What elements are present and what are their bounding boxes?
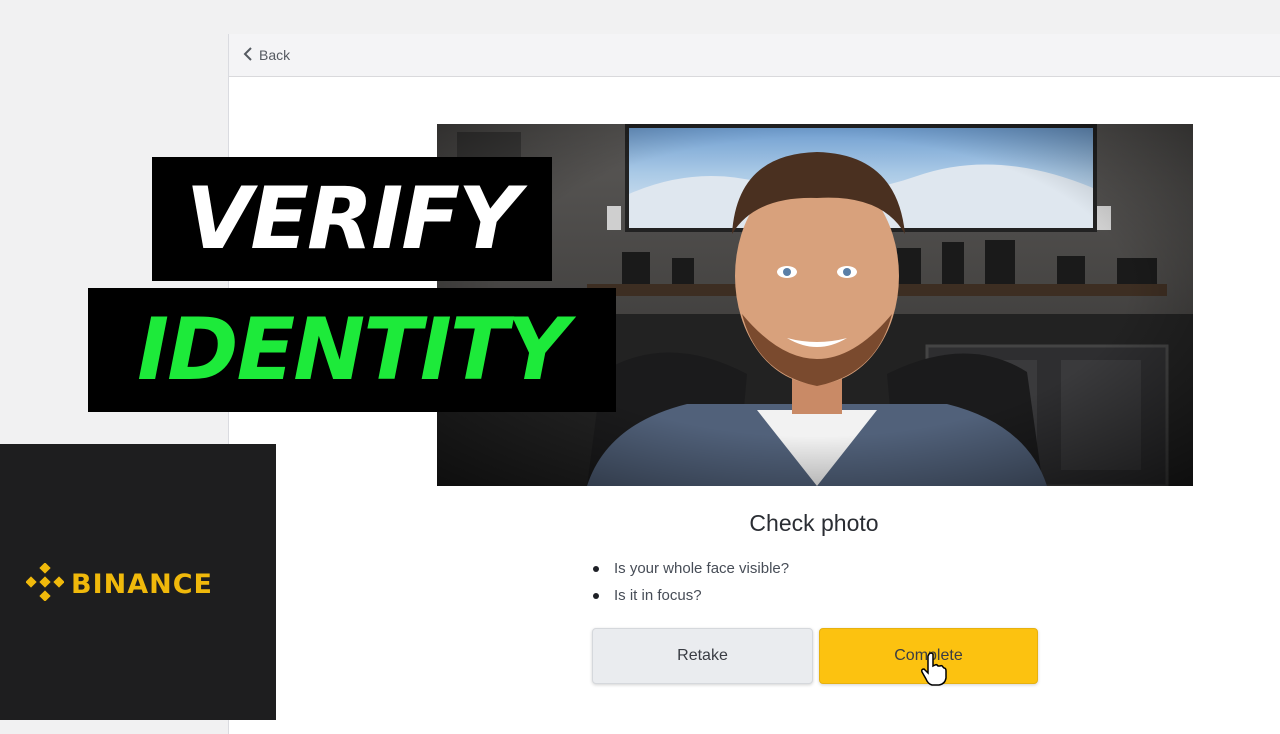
headline-verify: VERIFY [152,157,552,281]
brand-name: BINANCE [71,569,213,600]
hand-cursor-icon [921,652,947,691]
top-bar: Back [229,34,1280,77]
checklist-item: Is your whole face visible? [590,558,789,585]
photo-checklist: Is your whole face visible? Is it in foc… [590,558,789,612]
checklist-item: Is it in focus? [590,585,789,612]
chevron-left-icon [243,46,253,64]
check-photo-title: Check photo [749,510,879,536]
binance-diamond-icon [25,562,65,606]
headline-identity: IDENTITY [88,288,616,412]
back-label: Back [259,47,291,63]
retake-button[interactable]: Retake [592,628,813,684]
back-button[interactable]: Back [243,44,290,66]
brand-logo: BINANCE [25,562,213,606]
